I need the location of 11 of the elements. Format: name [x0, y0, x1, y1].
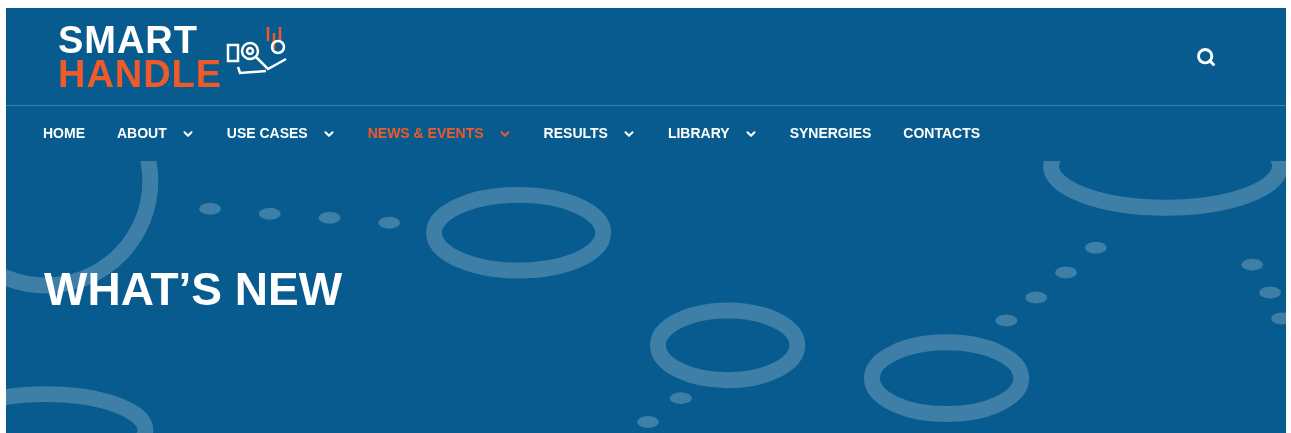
nav-link[interactable]: SYNERGIES: [789, 123, 872, 144]
nav-link[interactable]: CONTACTS: [903, 123, 981, 144]
nav-link[interactable]: HOME: [43, 123, 85, 144]
logo-text: SMART: [58, 22, 198, 57]
nav-link[interactable]: RESULTS: [543, 123, 636, 144]
nav-link[interactable]: USE CASES: [226, 123, 336, 144]
page-title: WHAT’S NEW: [44, 266, 344, 312]
nav-link[interactable]: LIBRARY: [667, 123, 758, 144]
nav-link[interactable]: ABOUT: [117, 123, 195, 144]
search-icon[interactable]: [1196, 46, 1216, 67]
logo-text: HANDLE: [58, 56, 223, 91]
